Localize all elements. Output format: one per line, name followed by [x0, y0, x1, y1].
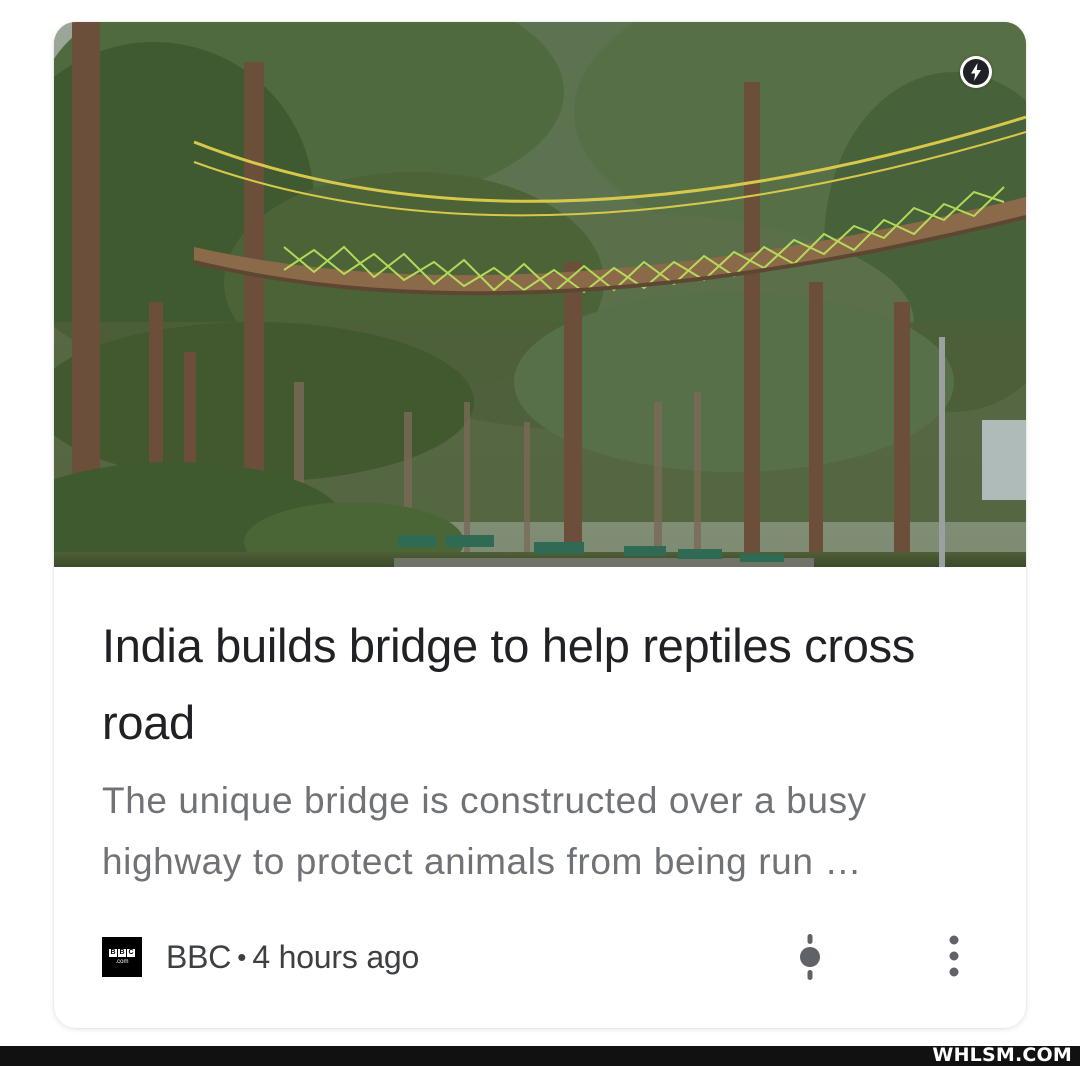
publish-time: 4 hours ago — [252, 938, 420, 975]
article-headline[interactable]: India builds bridge to help reptiles cro… — [102, 607, 962, 761]
article-meta: B B C .com BBC • 4 hours ago — [102, 930, 419, 984]
story-timeline-icon[interactable] — [796, 932, 824, 982]
article-snippet: The unique bridge is constructed over a … — [102, 780, 867, 882]
more-vert-icon[interactable] — [944, 934, 964, 978]
amp-lightning-icon — [960, 56, 992, 88]
watermark: WHLSM.COM — [932, 1044, 1072, 1066]
bbc-logo: B B C .com — [102, 937, 142, 977]
news-card[interactable]: India builds bridge to help reptiles cro… — [54, 22, 1026, 1028]
footer-bar — [0, 1046, 1080, 1066]
article-image[interactable] — [54, 22, 1026, 567]
source-name: BBC — [166, 938, 232, 975]
forest-bridge-photo — [54, 22, 1026, 567]
meta-separator: • — [237, 941, 247, 972]
